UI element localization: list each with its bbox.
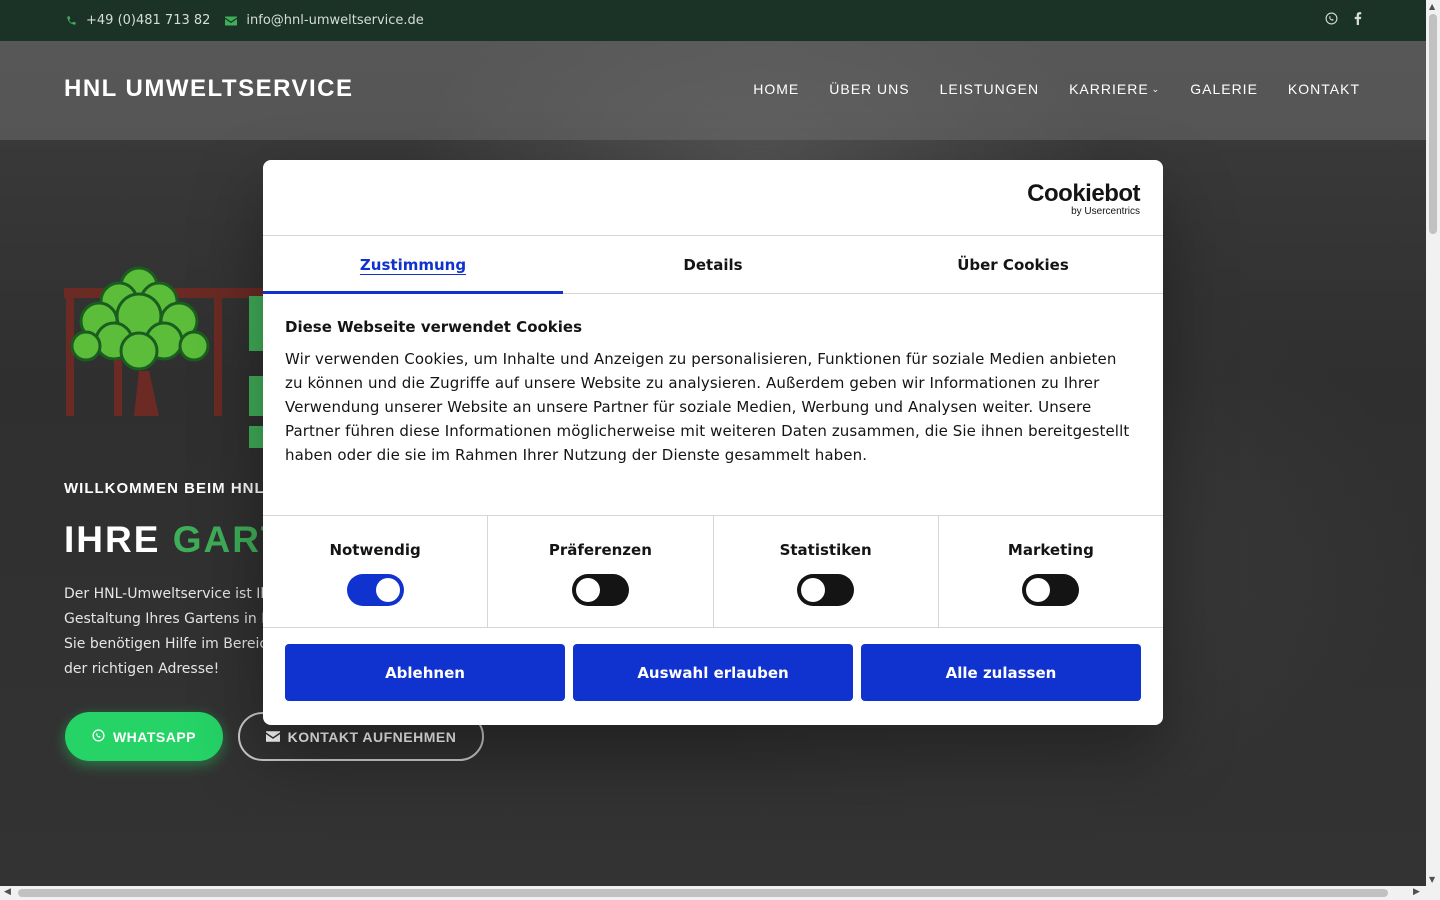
headline-white: IHRE bbox=[64, 519, 173, 560]
scroll-down-icon[interactable]: ▼ bbox=[1429, 875, 1435, 884]
scroll-left-icon[interactable]: ◀ bbox=[4, 887, 11, 897]
category-statistiken: Statistiken bbox=[714, 516, 939, 627]
vertical-scroll-thumb[interactable] bbox=[1429, 14, 1437, 234]
category-label: Präferenzen bbox=[548, 541, 652, 559]
intro-line: Der HNL-Umweltservice ist Ih bbox=[64, 586, 270, 602]
cookie-consent-dialog: Cookiebot by Usercentrics Zustimmung Det… bbox=[263, 160, 1163, 725]
intro-line: Sie benötigen Hilfe im Bereic bbox=[64, 636, 268, 652]
category-label: Statistiken bbox=[779, 541, 872, 559]
facebook-icon[interactable] bbox=[1354, 12, 1362, 29]
consent-categories: Notwendig Präferenzen Statistiken Market… bbox=[263, 515, 1163, 628]
category-label: Marketing bbox=[1007, 541, 1094, 559]
consent-text: Wir verwenden Cookies, um Inhalte und An… bbox=[285, 350, 1130, 464]
scroll-right-icon[interactable]: ▶ bbox=[1413, 887, 1420, 897]
envelope-icon bbox=[224, 16, 238, 26]
nav-ueber-uns[interactable]: ÜBER UNS bbox=[829, 81, 909, 97]
email-link[interactable]: info@hnl-umweltservice.de bbox=[224, 13, 424, 28]
tab-zustimmung[interactable]: Zustimmung bbox=[263, 236, 563, 294]
category-praeferenzen: Präferenzen bbox=[488, 516, 714, 627]
contact-label: KONTAKT AUFNEHMEN bbox=[287, 728, 457, 745]
toggle-knob bbox=[801, 578, 826, 602]
envelope-icon bbox=[265, 729, 280, 745]
phone-link[interactable]: +49 (0)481 713 82 bbox=[64, 13, 210, 28]
horizontal-scroll-thumb[interactable] bbox=[18, 889, 1388, 897]
toggle-knob bbox=[1026, 578, 1051, 602]
whatsapp-icon bbox=[92, 728, 105, 745]
hero-headline: IHRE GART bbox=[64, 519, 286, 561]
company-logo bbox=[64, 266, 294, 448]
nav-galerie[interactable]: GALERIE bbox=[1190, 81, 1258, 97]
top-contact-bar: +49 (0)481 713 82 info@hnl-umweltservice… bbox=[0, 0, 1426, 41]
consent-tabs: Zustimmung Details Über Cookies bbox=[263, 236, 1163, 294]
nav-kontakt[interactable]: KONTAKT bbox=[1288, 81, 1360, 97]
scroll-up-icon[interactable]: ▲ bbox=[1429, 2, 1435, 11]
intro-line: Gestaltung Ihres Gartens in D bbox=[64, 611, 272, 627]
phone-icon bbox=[64, 15, 78, 26]
toggle-marketing[interactable] bbox=[1022, 574, 1080, 606]
email-address: info@hnl-umweltservice.de bbox=[246, 13, 424, 28]
social-links bbox=[1325, 0, 1362, 41]
cookiebot-name: Cookiebot bbox=[1027, 180, 1140, 207]
nav-karriere-label: KARRIERE bbox=[1069, 81, 1149, 97]
intro-line: der richtigen Adresse! bbox=[64, 661, 220, 677]
tab-details[interactable]: Details bbox=[563, 236, 863, 293]
tab-ueber-cookies[interactable]: Über Cookies bbox=[863, 236, 1163, 293]
category-marketing: Marketing bbox=[939, 516, 1163, 627]
toggle-knob bbox=[575, 578, 600, 602]
dialog-header: Cookiebot by Usercentrics bbox=[263, 160, 1163, 236]
toggle-notwendig[interactable] bbox=[346, 574, 404, 606]
nav-leistungen[interactable]: LEISTUNGEN bbox=[940, 81, 1039, 97]
whatsapp-icon[interactable] bbox=[1325, 12, 1338, 29]
main-menu: HOME ÜBER UNS LEISTUNGEN KARRIERE ⌄ GALER… bbox=[753, 81, 1360, 97]
main-navbar: HNL UMWELTSERVICE HOME ÜBER UNS LEISTUNG… bbox=[0, 41, 1426, 140]
whatsapp-button[interactable]: WHATSAPP bbox=[65, 712, 223, 761]
toggle-praeferenzen[interactable] bbox=[571, 574, 629, 606]
nav-karriere[interactable]: KARRIERE ⌄ bbox=[1069, 81, 1160, 97]
cookiebot-sub: by Usercentrics bbox=[1071, 206, 1140, 217]
consent-title: Diese Webseite verwendet Cookies bbox=[285, 318, 583, 336]
contact-info: +49 (0)481 713 82 info@hnl-umweltservice… bbox=[64, 0, 424, 41]
intro-text: Der HNL-Umweltservice ist Ih Gestaltung … bbox=[64, 582, 294, 682]
horizontal-scrollbar[interactable]: ◀ ▶ bbox=[0, 886, 1440, 900]
phone-number: +49 (0)481 713 82 bbox=[86, 13, 211, 28]
welcome-text: WILLKOMMEN BEIM HNL- bbox=[64, 480, 271, 497]
toggle-statistiken[interactable] bbox=[797, 574, 855, 606]
consent-actions: Ablehnen Auswahl erlauben Alle zulassen bbox=[285, 644, 1141, 701]
toggle-knob bbox=[375, 578, 400, 602]
allow-selection-button[interactable]: Auswahl erlauben bbox=[573, 644, 853, 701]
allow-all-button[interactable]: Alle zulassen bbox=[861, 644, 1141, 701]
cookiebot-logo[interactable]: Cookiebot by Usercentrics bbox=[1027, 180, 1140, 218]
site-brand[interactable]: HNL UMWELTSERVICE bbox=[64, 75, 354, 103]
category-label: Notwendig bbox=[329, 541, 421, 559]
decline-button[interactable]: Ablehnen bbox=[285, 644, 565, 701]
chevron-down-icon: ⌄ bbox=[1151, 83, 1161, 94]
whatsapp-label: WHATSAPP bbox=[112, 728, 197, 745]
category-notwendig: Notwendig bbox=[263, 516, 489, 627]
nav-home[interactable]: HOME bbox=[753, 81, 799, 97]
vertical-scrollbar[interactable]: ▲ ▼ bbox=[1426, 0, 1440, 886]
